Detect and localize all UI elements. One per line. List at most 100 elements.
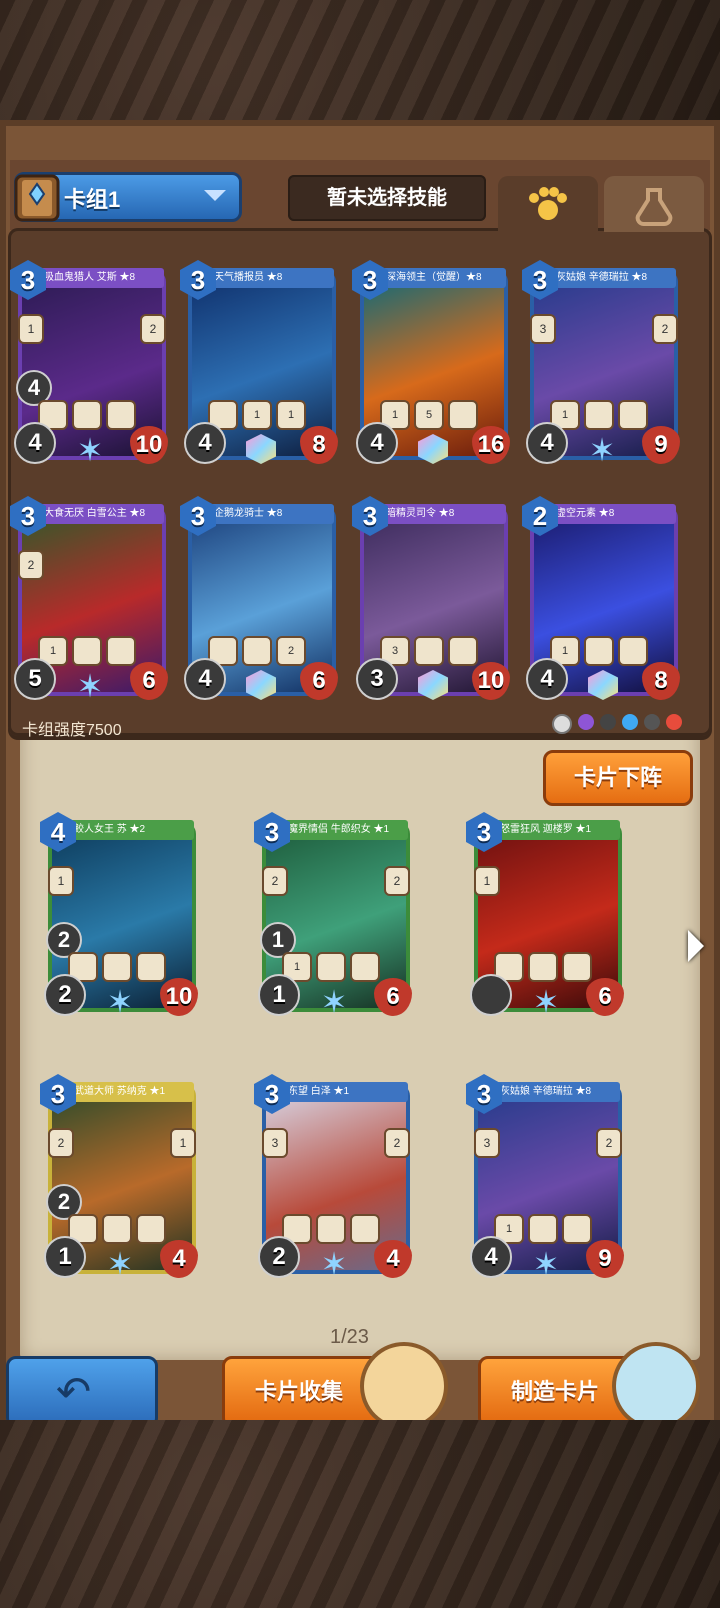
deck-power: 卡组强度7500 (22, 722, 122, 739)
card[interactable]: 企鹅龙骑士 ★8 3 2 4 6 (180, 496, 340, 704)
card-name: 鲛人女王 苏 ★2 (70, 820, 194, 840)
card-name: 暗精灵司令 ★8 (382, 504, 506, 524)
card-skill-icon: 1 (242, 400, 272, 430)
card-name: 大食无厌 白雪公主 ★8 (40, 504, 164, 524)
card[interactable]: 武道大师 苏纳克 ★1 3 2 1 2 1 ✶ 4 (40, 1074, 200, 1282)
rarity-star-icon: ✶ (76, 668, 104, 704)
card[interactable]: 灰姑娘 辛德瑞拉 ★8 3 3 2 1 4 ✶ 9 (466, 1074, 626, 1282)
top-wood-background (0, 0, 720, 140)
card-attack: 4 (526, 658, 568, 700)
bottom-wood-background (0, 1420, 720, 1608)
card-right-ability-icon: 2 (140, 314, 166, 344)
card-skill-row (68, 1214, 166, 1244)
card-name: 虚空元素 ★8 (552, 504, 676, 524)
card-name: 东望 白泽 ★1 (284, 1082, 408, 1102)
card[interactable]: 吸血鬼猎人 艾斯 ★8 3 1 2 4 4 ✶ 10 (10, 260, 170, 468)
card-skill-row: 2 (208, 636, 306, 666)
card-left-ability-icon: 1 (48, 866, 74, 896)
card-skill-icon (528, 952, 558, 982)
card-attack: 4 (184, 422, 226, 464)
neutral-element-icon[interactable] (552, 714, 572, 734)
card[interactable]: 魔界情侣 牛郎织女 ★1 3 2 2 1 1 1 ✶ 6 (254, 812, 414, 1020)
element-filter-row (552, 714, 682, 734)
card-health: 9 (586, 1240, 624, 1278)
card-attack: 4 (526, 422, 568, 464)
card-skill-row: 1 (38, 636, 136, 666)
card[interactable]: 东望 白泽 ★1 3 3 2 2 ✶ 4 (254, 1074, 414, 1282)
card-skill-icon (562, 952, 592, 982)
card-health: 6 (374, 978, 412, 1016)
card-left-ability-icon: 1 (474, 866, 500, 896)
tab-potion[interactable] (604, 176, 704, 232)
card[interactable]: 大食无厌 白雪公主 ★8 3 2 1 5 ✶ 6 (10, 496, 170, 704)
card-name: 魔界情侣 牛郎织女 ★1 (284, 820, 408, 840)
card-attack: 1 (44, 1236, 86, 1278)
deck-book-icon (10, 170, 66, 226)
card-name: 武道大师 苏纳克 ★1 (70, 1082, 194, 1102)
fire-element-icon[interactable] (666, 714, 682, 730)
card-health: 6 (586, 978, 624, 1016)
card-health: 8 (300, 426, 338, 464)
next-page-arrow-icon[interactable] (688, 930, 704, 962)
rarity-star-icon: ✶ (320, 984, 348, 1020)
card-left-ability-icon: 2 (18, 550, 44, 580)
card-attack: 5 (14, 658, 56, 700)
skill-select-box[interactable]: 暂未选择技能 (288, 175, 486, 221)
card[interactable]: 虚空元素 ★8 2 1 4 8 (522, 496, 682, 704)
card[interactable]: 深海领主（觉醒）★8 3 1 5 4 16 (352, 260, 512, 468)
card-skill-icon (102, 952, 132, 982)
card[interactable]: 天气播报员 ★8 3 1 1 4 8 (180, 260, 340, 468)
remove-card-button[interactable]: 卡片下阵 (543, 750, 693, 806)
card-right-ability-icon: 2 (384, 866, 410, 896)
card-skill-row (38, 400, 136, 430)
card-name: 深海领主（觉醒）★8 (382, 268, 506, 288)
card[interactable]: 鲛人女王 苏 ★2 4 1 2 2 ✶ 10 (40, 812, 200, 1020)
card-skill-icon (448, 636, 478, 666)
card-book-icon[interactable] (360, 1342, 448, 1430)
card-attack: 4 (14, 422, 56, 464)
paw-potion-icon[interactable] (612, 1342, 700, 1430)
card-skill-icon (72, 400, 102, 430)
card[interactable]: 怒雷狂风 迦楼罗 ★1 3 1 ✶ 6 (466, 812, 626, 1020)
earth-element-icon[interactable] (600, 714, 616, 730)
card[interactable]: 暗精灵司令 ★8 3 3 3 10 (352, 496, 512, 704)
void-element-icon[interactable] (578, 714, 594, 730)
card-skill-icon (106, 636, 136, 666)
card-skill-row: 1 (550, 636, 648, 666)
card-skill-icon (618, 636, 648, 666)
back-arrow-icon: ↶ (56, 1368, 92, 1415)
card-health: 4 (374, 1240, 412, 1278)
card-health: 10 (130, 426, 168, 464)
page-indicator: 1/23 (330, 1326, 369, 1348)
card-attack: 2 (44, 974, 86, 1016)
card-attack: 4 (470, 1236, 512, 1278)
card-skill-row: 1 (550, 400, 648, 430)
card-skill-row (494, 952, 592, 982)
card-skill-row: 1 5 (380, 400, 478, 430)
chevron-down-icon (204, 190, 226, 201)
card-name: 吸血鬼猎人 艾斯 ★8 (40, 268, 164, 288)
card-name: 灰姑娘 辛德瑞拉 ★8 (552, 268, 676, 288)
water-element-icon[interactable] (622, 714, 638, 730)
card-attack (470, 974, 512, 1016)
card-name: 怒雷狂风 迦楼罗 ★1 (496, 820, 620, 840)
tab-pet[interactable] (498, 176, 598, 232)
card-attack: 1 (258, 974, 300, 1016)
dark-element-icon[interactable] (644, 714, 660, 730)
rarity-star-icon: ✶ (320, 1246, 348, 1282)
card[interactable]: 灰姑娘 辛德瑞拉 ★8 3 3 2 1 4 ✶ 9 (522, 260, 682, 468)
card-left-ability-icon: 1 (18, 314, 44, 344)
card-skill-icon (584, 400, 614, 430)
card-skill-icon (136, 952, 166, 982)
card-right-ability-icon: 2 (652, 314, 678, 344)
card-skill-icon (350, 952, 380, 982)
card-right-ability-icon: 2 (596, 1128, 622, 1158)
card-skill-icon (72, 636, 102, 666)
card-skill-icon (102, 1214, 132, 1244)
card-skill-row: 1 (494, 1214, 592, 1244)
card-name: 天气播报员 ★8 (210, 268, 334, 288)
card-health: 6 (300, 662, 338, 700)
card-skill-row: 1 (282, 952, 380, 982)
paw-icon (529, 187, 567, 220)
card-left-ability-icon: 2 (262, 866, 288, 896)
